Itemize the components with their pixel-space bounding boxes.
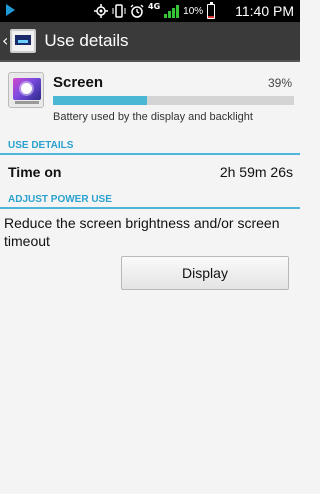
display-button[interactable]: Display <box>121 256 289 290</box>
item-percent: 39% <box>267 76 292 90</box>
network-type-label: 4G <box>148 2 161 11</box>
status-bar: 4G 10% 11:40 PM <box>0 0 300 22</box>
time-on-value: 2h 59m 26s <box>219 164 293 180</box>
section-header-label: ADJUST POWER USE <box>8 194 112 205</box>
action-bar: ‹ Use details <box>0 22 300 62</box>
section-header-use-details: USE DETAILS <box>0 136 300 155</box>
phone-vibrate-icon <box>112 4 126 18</box>
item-subtitle: Battery used by the display and backligh… <box>53 111 253 123</box>
play-icon <box>6 4 15 16</box>
gps-icon <box>94 4 108 18</box>
alarm-icon <box>130 4 144 18</box>
clock: 11:40 PM <box>235 3 294 19</box>
time-on-label: Time on <box>8 164 62 180</box>
section-header-label: USE DETAILS <box>8 140 74 151</box>
page-title: Use details <box>44 31 129 50</box>
display-settings-icon[interactable] <box>10 29 37 53</box>
battery-percent: 10% <box>183 5 204 17</box>
back-caret-icon[interactable]: ‹ <box>2 33 8 49</box>
usage-progress-bar <box>53 96 294 105</box>
usage-progress-fill <box>53 96 147 105</box>
battery-icon <box>207 1 216 19</box>
time-on-row: Time on 2h 59m 26s <box>0 157 300 187</box>
status-icons: 4G 10% <box>94 1 216 20</box>
section-header-adjust-power: ADJUST POWER USE <box>0 190 300 209</box>
power-advice-text: Reduce the screen brightness and/or scre… <box>4 215 280 249</box>
signal-icon <box>164 4 180 18</box>
screen-brightness-icon <box>8 72 44 108</box>
item-title: Screen <box>53 74 104 91</box>
usage-item: Screen 39% Battery used by the display a… <box>0 64 300 134</box>
status-left <box>6 4 15 16</box>
